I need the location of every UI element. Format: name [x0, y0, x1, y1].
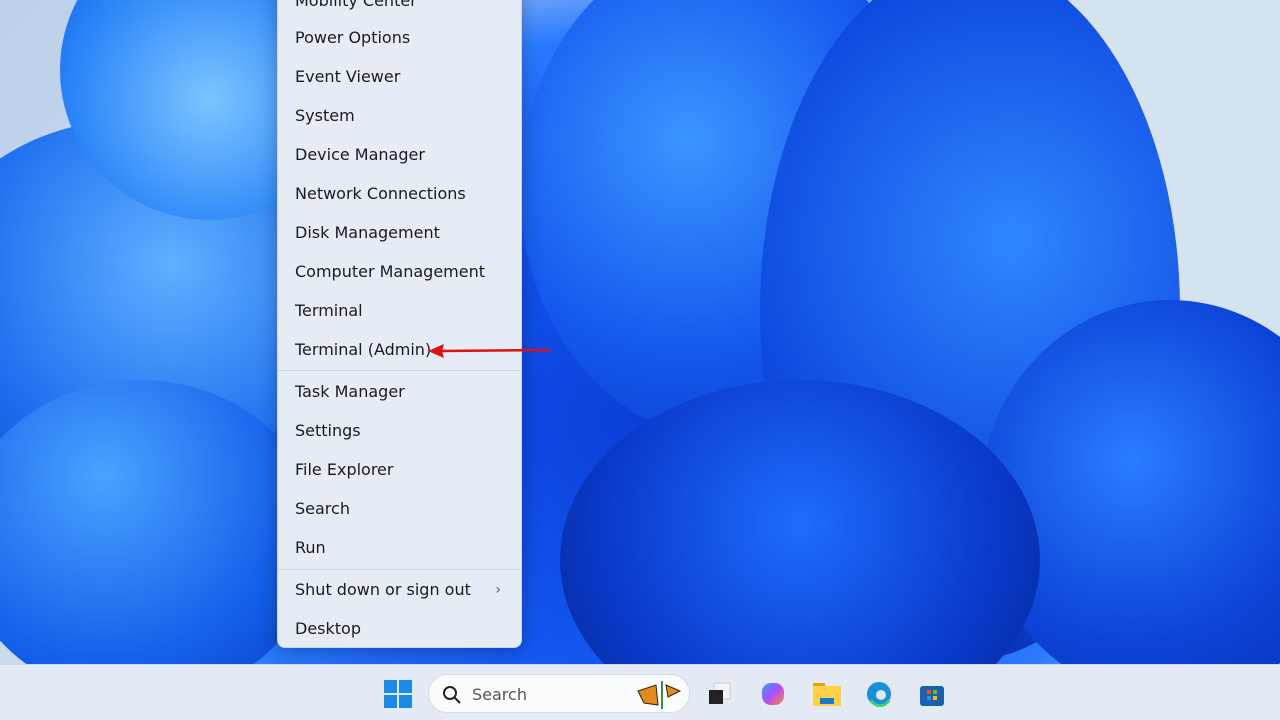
menu-item-label: File Explorer	[295, 460, 394, 479]
menu-item-device-manager[interactable]: Device Manager	[278, 137, 521, 173]
menu-item-mobility-center[interactable]: Mobility Center	[278, 0, 521, 19]
taskbar: Search	[0, 664, 1280, 720]
copilot-icon[interactable]	[759, 680, 787, 708]
menu-item-terminal[interactable]: Terminal	[278, 293, 521, 329]
menu-item-run[interactable]: Run	[278, 530, 521, 566]
task-view-icon[interactable]	[706, 680, 734, 708]
menu-item-label: System	[295, 106, 355, 125]
menu-item-label: Search	[295, 499, 350, 518]
menu-item-label: Settings	[295, 421, 361, 440]
menu-item-label: Terminal (Admin)	[295, 340, 432, 359]
menu-item-label: Power Options	[295, 28, 411, 47]
menu-item-computer-management[interactable]: Computer Management	[278, 254, 521, 290]
menu-item-label: Device Manager	[295, 145, 425, 164]
menu-item-shut-down-or-sign-out[interactable]: Shut down or sign out ›	[278, 572, 521, 608]
menu-item-settings[interactable]: Settings	[278, 413, 521, 449]
menu-item-task-manager[interactable]: Task Manager	[278, 374, 521, 410]
windows-start-icon[interactable]	[384, 680, 412, 708]
menu-item-event-viewer[interactable]: Event Viewer	[278, 59, 521, 95]
winx-context-menu: Mobility Center Power Options Event Viewer…	[277, 0, 522, 648]
menu-item-disk-management[interactable]: Disk Management	[278, 215, 521, 251]
desktop-wallpaper	[0, 0, 1280, 664]
taskbar-search-box[interactable]: Search	[428, 674, 690, 713]
store-icon[interactable]	[918, 680, 946, 708]
menu-item-label: Task Manager	[295, 382, 405, 401]
menu-item-file-explorer[interactable]: File Explorer	[278, 452, 521, 488]
menu-item-label: Terminal	[295, 301, 363, 320]
menu-item-system[interactable]: System	[278, 98, 521, 134]
menu-item-label: Desktop	[295, 619, 361, 638]
menu-item-search[interactable]: Search	[278, 491, 521, 527]
search-placeholder: Search	[472, 685, 527, 704]
chevron-right-icon: ›	[495, 582, 501, 598]
annotation-arrow	[428, 344, 551, 358]
menu-item-label: Computer Management	[295, 262, 486, 281]
search-icon	[443, 686, 461, 704]
butterfly-search-highlight-icon	[637, 681, 682, 709]
file-explorer-icon[interactable]	[812, 680, 841, 708]
menu-separator	[278, 370, 521, 371]
menu-separator	[278, 569, 521, 570]
edge-icon[interactable]	[865, 680, 893, 708]
menu-item-label: Event Viewer	[295, 67, 401, 86]
menu-item-desktop[interactable]: Desktop	[278, 611, 521, 647]
menu-item-label: Mobility Center	[295, 0, 417, 10]
menu-item-label: Shut down or sign out	[295, 580, 471, 599]
menu-item-network-connections[interactable]: Network Connections	[278, 176, 521, 212]
menu-item-label: Network Connections	[295, 184, 466, 203]
menu-item-label: Run	[295, 538, 326, 557]
menu-item-power-options[interactable]: Power Options	[278, 20, 521, 56]
menu-item-label: Disk Management	[295, 223, 440, 242]
